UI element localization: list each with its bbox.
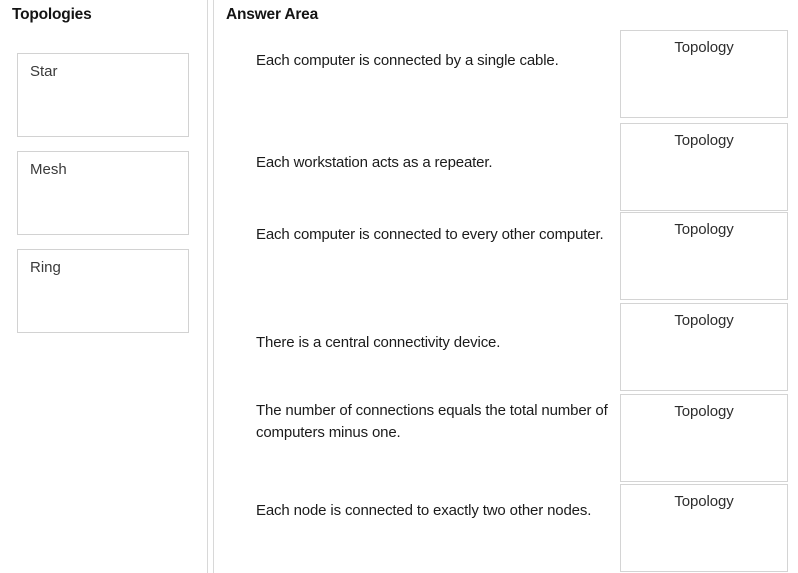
topologies-panel: Topologies Star Mesh Ring bbox=[0, 0, 207, 573]
answer-drop-target[interactable]: Topology bbox=[620, 30, 788, 118]
answer-statement: The number of connections equals the tot… bbox=[256, 402, 608, 441]
topologies-panel-title: Topologies bbox=[12, 6, 92, 23]
answer-statement: Each node is connected to exactly two ot… bbox=[256, 502, 592, 519]
answer-drop-target-label: Topology bbox=[674, 493, 734, 510]
answer-drop-target-label: Topology bbox=[674, 312, 734, 329]
answer-statement: Each workstation acts as a repeater. bbox=[256, 154, 493, 171]
topology-source-item[interactable]: Star bbox=[17, 53, 189, 137]
topology-source-item[interactable]: Ring bbox=[17, 249, 189, 333]
answer-drop-target[interactable]: Topology bbox=[620, 123, 788, 211]
answer-area-panel: Answer Area Each computer is connected b… bbox=[214, 0, 798, 573]
topology-source-label: Star bbox=[30, 63, 58, 80]
answer-statement: Each computer is connected by a single c… bbox=[256, 52, 559, 69]
answer-statement: There is a central connectivity device. bbox=[256, 334, 501, 351]
answer-area-title: Answer Area bbox=[226, 6, 318, 23]
answer-statement: Each computer is connected to every othe… bbox=[256, 226, 604, 243]
topology-source-label: Mesh bbox=[30, 161, 67, 178]
answer-drop-target-label: Topology bbox=[674, 221, 734, 238]
answer-drop-target-label: Topology bbox=[674, 132, 734, 149]
answer-drop-target[interactable]: Topology bbox=[620, 484, 788, 572]
answer-drop-target-label: Topology bbox=[674, 39, 734, 56]
answer-drop-target[interactable]: Topology bbox=[620, 212, 788, 300]
topology-source-label: Ring bbox=[30, 259, 61, 276]
answer-drop-target[interactable]: Topology bbox=[620, 303, 788, 391]
answer-drop-target-label: Topology bbox=[674, 403, 734, 420]
panel-divider-line-left bbox=[207, 0, 208, 573]
answer-drop-target[interactable]: Topology bbox=[620, 394, 788, 482]
topology-source-item[interactable]: Mesh bbox=[17, 151, 189, 235]
